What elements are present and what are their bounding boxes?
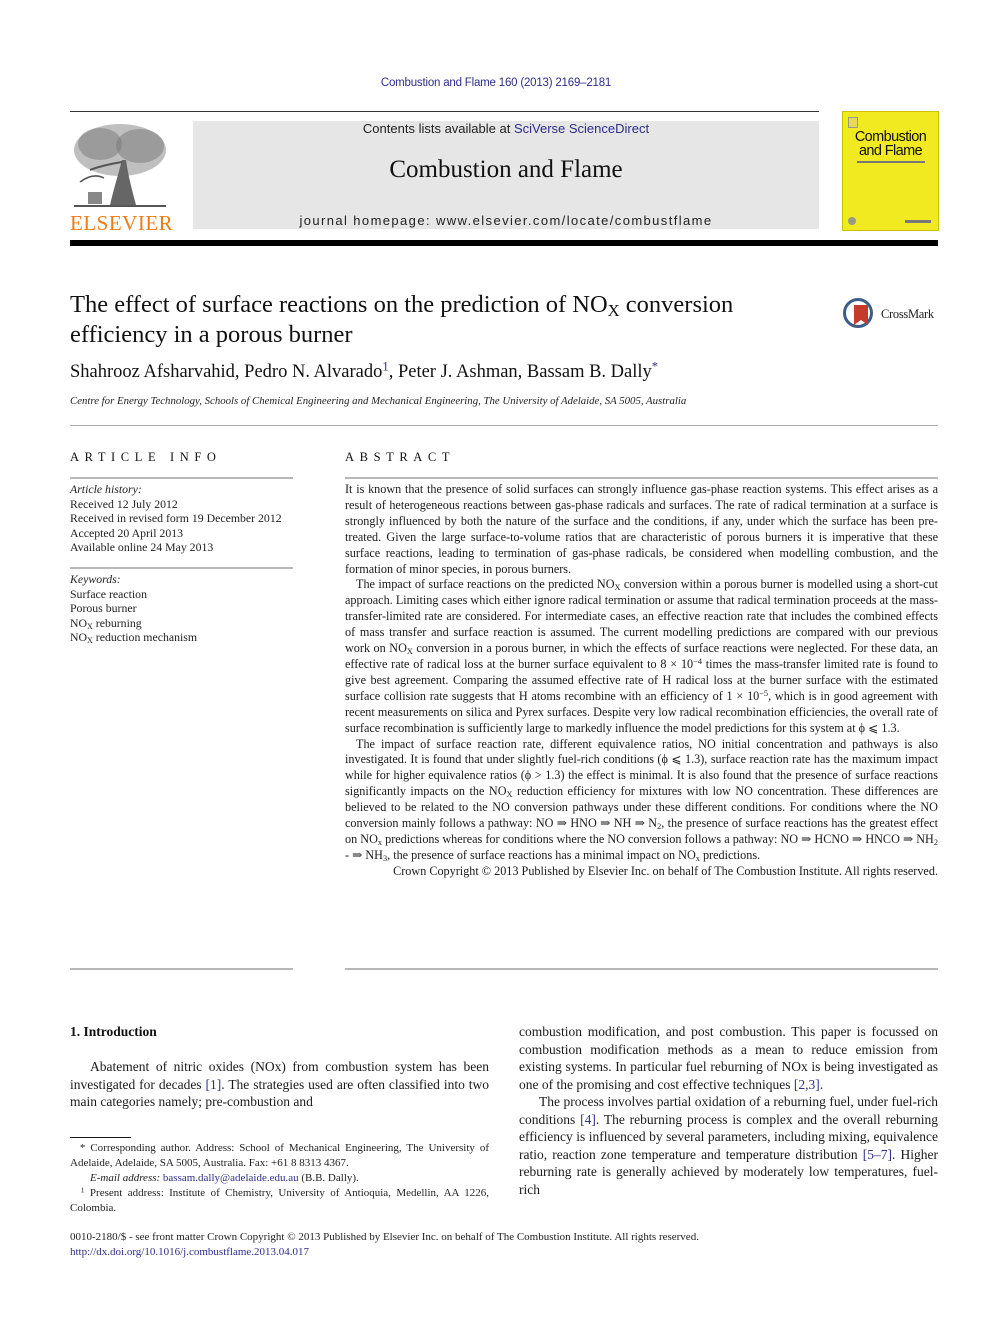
history-item: Accepted 20 April 2013 [70, 525, 184, 540]
article-info-heading: ARTICLE INFO [70, 450, 222, 464]
doi-link[interactable]: http://dx.doi.org/10.1016/j.combustflame… [70, 1245, 699, 1260]
body-paragraph: The process involves partial oxidation o… [519, 1094, 939, 1197]
footnote-present-address: 1 Present address: Institute of Chemistr… [70, 1185, 490, 1214]
journal-cover-thumbnail: Combustion and Flame [842, 111, 939, 231]
journal-title: Combustion and Flame [389, 156, 623, 183]
cover-seal-icon [848, 217, 856, 225]
abstract-paragraph: The impact of surface reactions on the p… [345, 577, 939, 735]
footnotes: * Corresponding author. Address: School … [70, 1141, 489, 1216]
cover-emblem-icon [848, 117, 858, 128]
crossmark-icon [843, 298, 873, 328]
footnote-corresponding: * Corresponding author. Address: School … [70, 1142, 489, 1169]
author-name[interactable]: Peter J. Ashman [398, 362, 518, 382]
article-history: Article history: Received 12 July 2012 R… [70, 482, 282, 555]
contents-line: Contents lists available at SciVerse Sci… [193, 121, 819, 136]
abstract-heading: ABSTRACT [345, 450, 456, 464]
history-label: Article history: [70, 482, 142, 496]
sciencedirect-link[interactable]: SciVerse ScienceDirect [514, 121, 649, 136]
author-name[interactable]: Pedro N. Alvarado [244, 362, 382, 382]
section-heading-introduction: 1. Introduction [70, 1024, 157, 1039]
body-paragraph: combustion modification, and post combus… [519, 1024, 938, 1092]
journal-citation-link[interactable]: Combustion and Flame 160 (2013) 2169–218… [0, 77, 992, 89]
email-link[interactable]: bassam.dally@adelaide.edu.au [163, 1172, 299, 1184]
history-item: Received in revised form 19 December 201… [70, 511, 282, 526]
body-column-right: combustion modification, and post combus… [519, 1023, 938, 1198]
abstract-rule [345, 477, 938, 479]
keywords: Keywords: Surface reaction Porous burner… [70, 572, 197, 645]
article-title: The effect of surface reactions on the p… [70, 291, 734, 348]
author-name[interactable]: Bassam B. Dally [527, 362, 652, 382]
abstract-copyright: Crown Copyright © 2013 Published by Else… [393, 863, 938, 878]
author-list: Shahrooz Afsharvahid, Pedro N. Alvarado1… [70, 359, 659, 382]
elsevier-wordmark: ELSEVIER [70, 211, 174, 235]
keyword-item[interactable]: Porous burner [70, 601, 197, 616]
citation-link[interactable]: [1] [206, 1077, 222, 1092]
abstract-paragraph: It is known that the presence of solid s… [345, 482, 938, 576]
keywords-rule [70, 567, 293, 569]
author-footnote-mark[interactable]: 1 [382, 360, 388, 374]
corresponding-author-mark[interactable]: * [652, 360, 658, 374]
body-column-left: Abatement of nitric oxides (NOx) from co… [70, 1058, 489, 1111]
history-item: Available online 24 May 2013 [70, 540, 214, 555]
page-footer: 0010-2180/$ - see front matter Crown Cop… [70, 1230, 699, 1259]
article-info-bottom-rule [70, 968, 293, 970]
title-divider [70, 425, 938, 426]
citation-link[interactable]: [2,3] [794, 1077, 820, 1092]
abstract-body: It is known that the presence of solid s… [345, 482, 938, 880]
cover-footer-bar [905, 220, 931, 223]
journal-homepage[interactable]: journal homepage: www.elsevier.com/locat… [193, 213, 819, 228]
header-divider [70, 111, 819, 112]
cover-title-line2: and Flame [858, 143, 923, 159]
affiliation: Centre for Energy Technology, Schools of… [70, 395, 687, 407]
author-name[interactable]: Shahrooz Afsharvahid [70, 362, 235, 382]
header-thick-rule [70, 240, 938, 246]
keyword-item[interactable]: Surface reaction [70, 587, 197, 602]
citation-link[interactable]: [4] [580, 1112, 596, 1127]
contents-prefix: Contents lists available at [362, 121, 514, 136]
footnote-email: E-mail address: bassam.dally@adelaide.ed… [90, 1172, 359, 1184]
cover-subtitle-bar [857, 161, 925, 163]
keyword-item[interactable]: NOX reburning [70, 616, 197, 631]
crossmark-button[interactable]: CrossMark [843, 298, 939, 334]
keyword-item[interactable]: NOX reduction mechanism [70, 630, 197, 645]
abstract-bottom-rule [345, 968, 938, 970]
citation-link[interactable]: [5–7] [863, 1147, 892, 1162]
issn-copyright-line: 0010-2180/$ - see front matter Crown Cop… [70, 1231, 699, 1243]
abstract-paragraph: The impact of surface reaction rate, dif… [345, 736, 939, 863]
footnote-rule [70, 1137, 131, 1138]
keywords-label: Keywords: [70, 572, 121, 586]
article-info-rule [70, 477, 293, 479]
crossmark-label: CrossMark [881, 307, 934, 321]
cover-title: Combustion and Flame [843, 130, 938, 159]
history-item: Received 12 July 2012 [70, 496, 178, 511]
body-paragraph: Abatement of nitric oxides (NOx) from co… [70, 1059, 490, 1109]
